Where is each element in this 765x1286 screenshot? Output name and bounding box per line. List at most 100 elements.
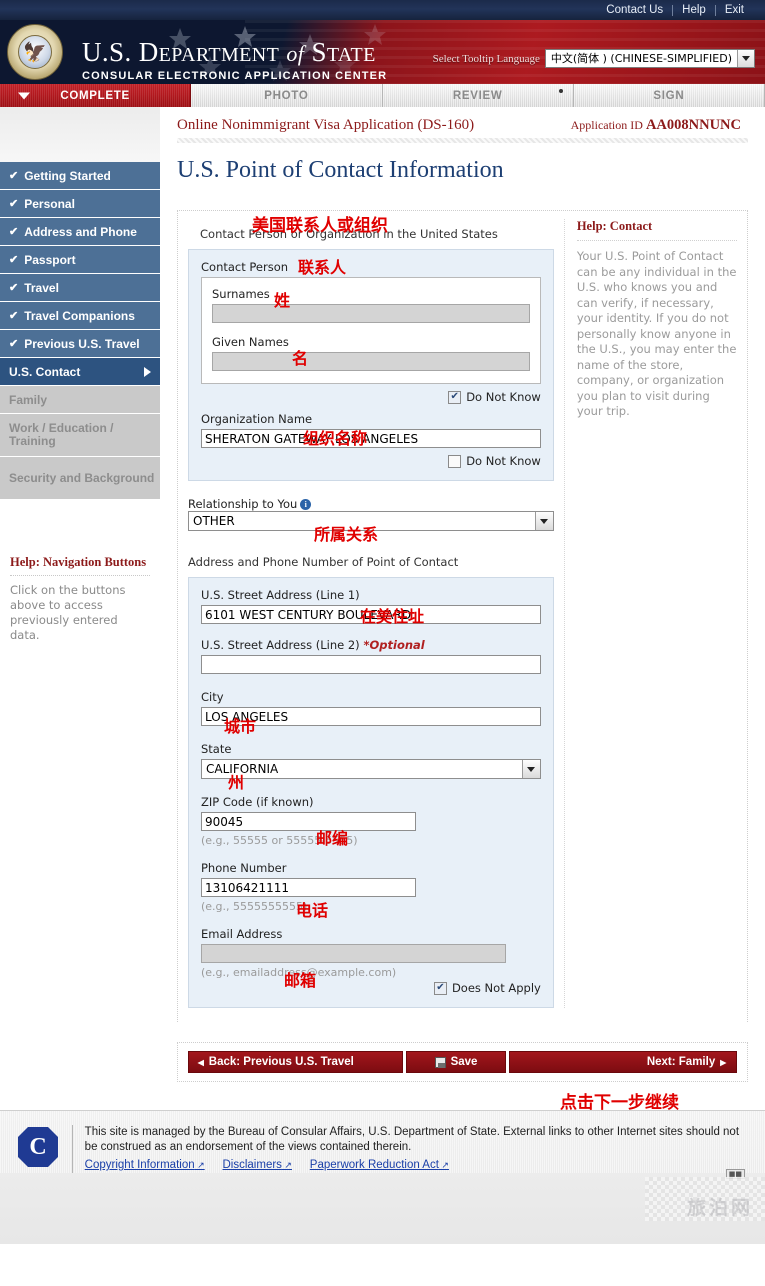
paperwork-reduction-act-link[interactable]: Paperwork Reduction Act ↗ — [310, 1159, 449, 1171]
phone-input[interactable] — [201, 878, 416, 897]
sidebar-item-label: Family — [9, 392, 48, 407]
help-link[interactable]: Help — [673, 0, 715, 20]
site-banner: 🦅 U.S. DEPARTMENT of STATE CONSULAR ELEC… — [0, 20, 765, 84]
wordmark-seg-3: of — [286, 41, 305, 66]
application-title: Online Nonimmigrant Visa Application (DS… — [177, 117, 475, 133]
tab-photo[interactable]: PHOTO — [191, 84, 383, 107]
org-do-not-know-checkbox[interactable] — [448, 454, 462, 468]
organization-label: Organization Name — [201, 412, 313, 426]
email-label: Email Address — [201, 927, 283, 941]
zip-input[interactable] — [201, 812, 416, 831]
bullet-icon — [558, 89, 563, 93]
street1-input[interactable] — [201, 605, 541, 624]
sidebar-nav: ✔ Getting Started ✔ Personal ✔ Address a… — [0, 162, 160, 499]
language-select[interactable]: 中文(简体 ) (CHINESE-SIMPLIFIED) — [544, 49, 755, 68]
sidebar-item-previous-us-travel[interactable]: ✔ Previous U.S. Travel — [0, 330, 160, 357]
sidebar-item-passport[interactable]: ✔ Passport — [0, 246, 160, 273]
sidebar-item-label: Personal — [24, 196, 75, 211]
arrow-right-icon: ▸ — [720, 1057, 726, 1069]
tab-complete[interactable]: COMPLETE — [0, 84, 192, 107]
sidebar-item-label: Address and Phone — [24, 224, 137, 239]
sidebar-item-personal[interactable]: ✔ Personal — [0, 190, 160, 217]
check-icon: ✔ — [9, 310, 19, 322]
relationship-select[interactable]: OTHER — [188, 511, 554, 531]
sidebar-item-label: Travel — [24, 280, 59, 295]
save-button[interactable]: Save — [406, 1051, 506, 1073]
chevron-down-icon[interactable] — [534, 512, 553, 530]
tab-review[interactable]: REVIEW — [382, 84, 574, 107]
tooltip-language-selector[interactable]: Select Tooltip Language 中文(简体 ) (CHINESE… — [433, 49, 755, 68]
check-icon: ✔ — [9, 338, 19, 350]
email-does-not-apply-row[interactable]: ✔ Does Not Apply — [201, 981, 541, 995]
save-button-label: Save — [450, 1056, 478, 1068]
sidebar-item-travel[interactable]: ✔ Travel — [0, 274, 160, 301]
sidebar-item-address-and-phone[interactable]: ✔ Address and Phone — [0, 218, 160, 245]
contact-us-link[interactable]: Contact Us — [597, 0, 672, 20]
next-button[interactable]: Next: Family ▸ — [509, 1051, 737, 1073]
relationship-field: Relationship to You i OTHER — [188, 497, 554, 531]
sidebar-item-label: Previous U.S. Travel — [24, 336, 140, 351]
page-body: ✔ Getting Started ✔ Personal ✔ Address a… — [0, 107, 765, 1217]
sidebar-item-us-contact[interactable]: U.S. Contact — [0, 358, 160, 385]
sidebar-item-work-education-training[interactable]: Work / Education / Training — [0, 414, 160, 456]
chevron-down-icon[interactable] — [521, 760, 540, 778]
surnames-label: Surnames — [212, 287, 270, 301]
zip-hint: (e.g., 55555 or 55555-5555) — [201, 834, 358, 847]
c-seal-icon: C — [18, 1127, 58, 1167]
application-id: Application ID AA008NNUNC — [571, 117, 741, 134]
address-section-label: Address and Phone Number of Point of Con… — [188, 555, 459, 569]
check-icon: ✔ — [9, 282, 19, 294]
state-label: State — [201, 742, 232, 756]
wordmark-subtitle: CONSULAR ELECTRONIC APPLICATION CENTER — [82, 70, 388, 82]
back-button[interactable]: ◂ Back: Previous U.S. Travel — [188, 1051, 403, 1073]
sidebar-help-body: Click on the buttons above to access pre… — [10, 583, 126, 642]
tab-complete-label: COMPLETE — [60, 89, 130, 102]
person-do-not-know-row[interactable]: ✔ Do Not Know — [201, 390, 541, 404]
check-icon: ✔ — [9, 198, 19, 210]
zip-label: ZIP Code (if known) — [201, 795, 314, 809]
info-icon[interactable]: i — [300, 499, 312, 510]
wordmark-seg-1: U.S. D — [82, 37, 159, 67]
utility-bar: Contact Us Help Exit — [0, 0, 765, 20]
street1-label: U.S. Street Address (Line 1) — [201, 588, 360, 602]
surnames-input[interactable] — [212, 304, 530, 323]
progress-tabbar: COMPLETE PHOTO REVIEW SIGN — [0, 84, 765, 107]
tab-sign[interactable]: SIGN — [573, 84, 765, 107]
sidebar-item-travel-companions[interactable]: ✔ Travel Companions — [0, 302, 160, 329]
organization-input[interactable] — [201, 429, 541, 448]
city-input[interactable] — [201, 707, 541, 726]
consular-affairs-seal: C — [16, 1125, 60, 1169]
back-button-label: Back: Previous U.S. Travel — [208, 1056, 354, 1068]
email-does-not-apply-checkbox[interactable]: ✔ — [433, 981, 447, 995]
form-container: 美国联系人或组织 联系人 姓 名 组织名称 所属关系 在美住址 城市 州 邮编 … — [177, 210, 748, 1022]
email-input[interactable] — [201, 944, 506, 963]
watermark: 旅泊网 — [686, 1197, 753, 1219]
arrow-left-icon: ◂ — [198, 1057, 204, 1069]
exit-link[interactable]: Exit — [716, 0, 753, 20]
department-of-state-seal: 🦅 — [7, 24, 63, 80]
eagle-icon: 🦅 — [23, 41, 47, 64]
sidebar-item-getting-started[interactable]: ✔ Getting Started — [0, 162, 160, 189]
given-names-label: Given Names — [212, 335, 289, 349]
sidebar-item-family[interactable]: Family — [0, 386, 160, 413]
street2-input[interactable] — [201, 655, 541, 674]
sidebar-item-label: Getting Started — [24, 168, 111, 183]
sidebar-item-label: Travel Companions — [24, 308, 135, 323]
person-do-not-know-checkbox[interactable]: ✔ — [448, 390, 462, 404]
copyright-information-link[interactable]: Copyright Information ↗ — [85, 1159, 205, 1171]
help-panel-title: Help: Contact — [576, 219, 737, 241]
disclaimers-link[interactable]: Disclaimers ↗ — [223, 1159, 292, 1171]
navigation-buttons-container: ◂ Back: Previous U.S. Travel Save Next: … — [177, 1042, 748, 1082]
chevron-down-icon[interactable] — [737, 50, 754, 67]
given-names-input[interactable] — [212, 352, 530, 371]
org-do-not-know-row[interactable]: Do Not Know — [201, 454, 541, 468]
wordmark-seg-4: S — [311, 37, 327, 67]
wordmark-title: U.S. DEPARTMENT of STATE — [82, 39, 387, 66]
sidebar-help-panel: Help: Navigation Buttons Click on the bu… — [0, 549, 160, 653]
sidebar-item-label: Security and Background — [9, 470, 155, 485]
wordmark-seg-2: EPARTMENT — [158, 44, 280, 66]
state-select[interactable]: CALIFORNIA — [201, 759, 541, 779]
sidebar-item-security-and-background[interactable]: Security and Background — [0, 457, 160, 499]
external-link-icon: ↗ — [194, 1160, 205, 1170]
sidebar-item-label: Work / Education / Training — [9, 421, 114, 448]
